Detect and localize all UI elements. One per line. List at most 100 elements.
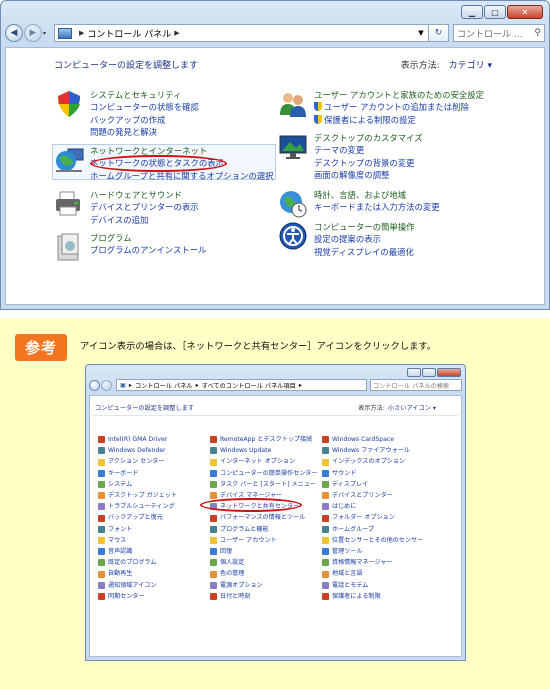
control-panel-item[interactable]: 音声認識 <box>98 546 177 557</box>
control-panel-item[interactable]: タスク バーと [スタート] メニュー <box>210 479 318 490</box>
control-panel-item[interactable]: 回復 <box>210 546 318 557</box>
control-panel-icon <box>58 27 72 39</box>
chevron-right-icon[interactable]: ▸ <box>299 382 302 389</box>
control-panel-item[interactable]: サウンド <box>322 468 423 479</box>
maximize-button[interactable]: □ <box>484 5 506 19</box>
forward-button[interactable] <box>101 379 112 391</box>
link-change-background[interactable]: デスクトップの背景の変更 <box>314 157 423 169</box>
minimize-button[interactable] <box>407 368 421 377</box>
address-field[interactable]: ▶ コントロール パネル ▶ ▼ <box>54 24 429 42</box>
link-check-status[interactable]: コンピューターの状態を確認 <box>90 101 199 113</box>
control-panel-item[interactable]: 個人設定 <box>210 557 318 568</box>
item-label: インデックスのオプション <box>332 458 405 466</box>
item-icon <box>210 480 217 488</box>
control-panel-item[interactable]: Windows Update <box>210 445 318 456</box>
control-panel-item[interactable]: システム <box>98 479 177 490</box>
view-by-dropdown[interactable]: 小さいアイコン ▾ <box>388 405 436 412</box>
chevron-right-icon[interactable]: ▶ <box>79 29 84 37</box>
chevron-down-icon[interactable]: ▼ <box>414 29 428 37</box>
category-title[interactable]: 時計、言語、および地域 <box>314 189 440 201</box>
control-panel-item[interactable]: フォント <box>98 524 177 535</box>
control-panel-item[interactable]: フォルダー オプション <box>322 512 423 523</box>
chevron-right-icon[interactable]: ▶ <box>174 29 179 37</box>
control-panel-item[interactable]: 資格情報マネージャー <box>322 557 423 568</box>
link-add-remove-users[interactable]: ユーザー アカウントの追加または削除 <box>314 101 484 113</box>
link-parental-controls[interactable]: 保護者による制限の設定 <box>314 114 484 126</box>
category-title[interactable]: デスクトップのカスタマイズ <box>314 132 423 144</box>
control-panel-item[interactable]: Intel(R) GMA Driver <box>98 434 177 445</box>
control-panel-item[interactable]: 既定のプログラム <box>98 557 177 568</box>
control-panel-item[interactable]: デスクトップ ガジェット <box>98 490 177 501</box>
control-panel-item[interactable]: 電話とモデム <box>322 580 423 591</box>
control-panel-item[interactable]: 位置センサーとその他のセンサー <box>322 535 423 546</box>
back-button[interactable] <box>89 379 100 391</box>
control-panel-item[interactable]: 自動再生 <box>98 568 177 579</box>
item-label: デスクトップ ガジェット <box>108 492 177 500</box>
link-troubleshoot[interactable]: 問題の発見と解決 <box>90 126 199 138</box>
control-panel-item[interactable]: インターネット オプション <box>210 456 318 467</box>
control-panel-item[interactable]: 同期センター <box>98 591 177 602</box>
control-panel-item[interactable]: Windows Defender <box>98 445 177 456</box>
category-title[interactable]: プログラム <box>90 232 207 244</box>
control-panel-item[interactable]: 地域と言語 <box>322 568 423 579</box>
control-panel-item[interactable]: トラブルシューティング <box>98 501 177 512</box>
item-icon <box>210 548 217 556</box>
link-devices-printers[interactable]: デバイスとプリンターの表示 <box>90 201 199 213</box>
control-panel-item[interactable]: Windows CardSpace <box>322 434 423 445</box>
search-input[interactable]: コントロール ... ⚲ <box>453 24 545 42</box>
reference-badge: 参考 <box>15 334 67 361</box>
control-panel-item[interactable]: プログラムと機能 <box>210 524 318 535</box>
search-input[interactable]: コントロール パネルの検索 <box>370 379 462 391</box>
forward-button[interactable]: ▶ <box>24 24 42 42</box>
breadcrumb-all-items[interactable]: すべてのコントロール パネル項目 <box>202 381 296 390</box>
link-add-device[interactable]: デバイスの追加 <box>90 214 199 226</box>
minimize-button[interactable]: ▁ <box>461 5 483 19</box>
address-field[interactable]: ▣ ▸ コントロール パネル ▸ すべてのコントロール パネル項目 ▸ <box>116 379 367 391</box>
category-title[interactable]: ユーザー アカウントと家族のための安全設定 <box>314 89 484 101</box>
control-panel-item[interactable]: パフォーマンスの情報とツール <box>210 512 318 523</box>
breadcrumb-control-panel[interactable]: コントロール パネル <box>87 27 171 40</box>
recent-pages-icon[interactable]: ▾ <box>43 30 51 37</box>
view-by-dropdown[interactable]: カテゴリ ▾ <box>449 61 492 71</box>
control-panel-item[interactable]: 通知領域アイコン <box>98 580 177 591</box>
control-panel-item[interactable]: キーボード <box>98 468 177 479</box>
control-panel-item[interactable]: 電源オプション <box>210 580 318 591</box>
control-panel-item[interactable]: バックアップと復元 <box>98 512 177 523</box>
item-icon <box>322 570 329 578</box>
control-panel-item[interactable]: コンピューターの簡単操作センター <box>210 468 318 479</box>
category-title[interactable]: コンピューターの簡単操作 <box>314 221 415 233</box>
control-panel-item[interactable]: デバイスとプリンター <box>322 490 423 501</box>
control-panel-item[interactable]: 管理ツール <box>322 546 423 557</box>
link-keyboard-input[interactable]: キーボードまたは入力方法の変更 <box>314 201 440 213</box>
link-optimize-display[interactable]: 視覚ディスプレイの最適化 <box>314 246 415 258</box>
link-resolution[interactable]: 画面の解像度の調整 <box>314 169 423 181</box>
maximize-button[interactable] <box>422 368 436 377</box>
refresh-button[interactable]: ↻ <box>429 24 449 42</box>
control-panel-item[interactable]: ディスプレイ <box>322 479 423 490</box>
control-panel-item[interactable]: ホームグループ <box>322 524 423 535</box>
category-title[interactable]: ハードウェアとサウンド <box>90 189 199 201</box>
control-panel-item[interactable]: はじめに <box>322 501 423 512</box>
page-title: コンピューターの設定を調整します <box>95 405 194 412</box>
chevron-right-icon[interactable]: ▸ <box>196 382 199 389</box>
control-panel-item[interactable]: アクション センター <box>98 456 177 467</box>
control-panel-item[interactable]: ユーザー アカウント <box>210 535 318 546</box>
item-icon <box>322 503 329 511</box>
control-panel-item[interactable]: インデックスのオプション <box>322 456 423 467</box>
close-button[interactable] <box>437 368 461 377</box>
control-panel-item[interactable]: Windows ファイアウォール <box>322 445 423 456</box>
chevron-right-icon[interactable]: ▸ <box>129 382 132 389</box>
control-panel-item[interactable]: 日付と時刻 <box>210 591 318 602</box>
link-suggestions[interactable]: 設定の提案の表示 <box>314 233 415 245</box>
link-backup[interactable]: バックアップの作成 <box>90 114 199 126</box>
breadcrumb-control-panel[interactable]: コントロール パネル <box>135 381 193 390</box>
control-panel-item[interactable]: RemoteApp とデスクトップ接続 <box>210 434 318 445</box>
back-button[interactable]: ◀ <box>5 24 23 42</box>
link-change-theme[interactable]: テーマの変更 <box>314 144 423 156</box>
close-button[interactable]: ✕ <box>507 5 543 19</box>
category-title[interactable]: システムとセキュリティ <box>90 89 199 101</box>
control-panel-item[interactable]: 保護者による制限 <box>322 591 423 602</box>
control-panel-item[interactable]: マウス <box>98 535 177 546</box>
control-panel-item[interactable]: 色の管理 <box>210 568 318 579</box>
link-uninstall[interactable]: プログラムのアンインストール <box>90 244 207 256</box>
